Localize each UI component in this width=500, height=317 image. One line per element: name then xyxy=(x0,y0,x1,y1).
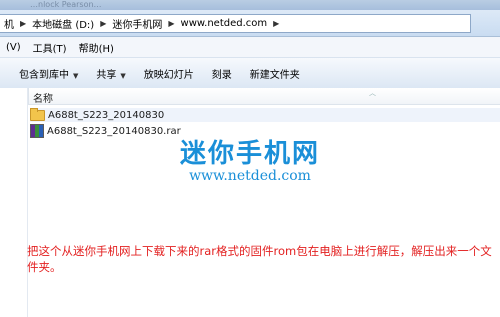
include-in-library-label: 包含到库中 xyxy=(19,69,69,81)
address-bar: 机 ▶ 本地磁盘 (D:) ▶ 迷你手机网 ▶ www.netded.com ▶ xyxy=(0,10,500,37)
window-title-text: …nlock Pearson… xyxy=(30,0,102,9)
breadcrumb[interactable]: 机 ▶ 本地磁盘 (D:) ▶ 迷你手机网 ▶ www.netded.com ▶ xyxy=(0,14,471,33)
share-button[interactable]: 共享 ▼ xyxy=(87,66,134,81)
breadcrumb-computer[interactable]: 机 xyxy=(0,16,18,31)
burn-button[interactable]: 刻录 xyxy=(203,66,241,81)
chevron-right-icon[interactable]: ▶ xyxy=(271,19,281,28)
caret-down-icon: ▼ xyxy=(73,71,79,80)
instruction-annotation: 把这个从迷你手机网上下载下来的rar格式的固件rom包在电脑上进行解压，解压出来… xyxy=(27,244,492,274)
column-header-name[interactable]: 名称 ︿ xyxy=(28,88,500,105)
file-row[interactable]: A688t_S223_20140830 xyxy=(30,107,500,122)
chevron-right-icon[interactable]: ▶ xyxy=(18,19,28,28)
menu-bar: (V) 工具(T) 帮助(H) xyxy=(0,37,500,58)
column-name-label: 名称 xyxy=(33,94,53,105)
command-toolbar: 包含到库中 ▼ 共享 ▼ 放映幻灯片 刻录 新建文件夹 xyxy=(0,58,500,89)
include-in-library-button[interactable]: 包含到库中 ▼ xyxy=(10,66,87,81)
menu-tools[interactable]: 工具(T) xyxy=(27,40,73,55)
folder-icon xyxy=(30,107,45,121)
watermark-url: www.netded.com xyxy=(189,168,311,184)
navigation-pane[interactable] xyxy=(0,88,28,317)
chevron-right-icon[interactable]: ▶ xyxy=(166,19,176,28)
new-folder-button[interactable]: 新建文件夹 xyxy=(241,66,309,81)
file-name: A688t_S223_20140830 xyxy=(48,109,165,121)
slideshow-button[interactable]: 放映幻灯片 xyxy=(135,66,203,81)
sort-up-icon: ︿ xyxy=(369,89,376,97)
window-title-strip: …nlock Pearson… xyxy=(0,0,500,10)
breadcrumb-current[interactable]: www.netded.com xyxy=(177,18,272,29)
chevron-right-icon[interactable]: ▶ xyxy=(98,19,108,28)
menu-help[interactable]: 帮助(H) xyxy=(73,40,120,55)
breadcrumb-local-disk[interactable]: 本地磁盘 (D:) xyxy=(28,16,98,31)
share-label: 共享 xyxy=(96,69,117,81)
breadcrumb-folder[interactable]: 迷你手机网 xyxy=(108,16,166,31)
menu-view[interactable]: (V) xyxy=(0,42,27,53)
watermark-title: 迷你手机网 xyxy=(179,139,320,169)
caret-down-icon: ▼ xyxy=(120,71,126,80)
